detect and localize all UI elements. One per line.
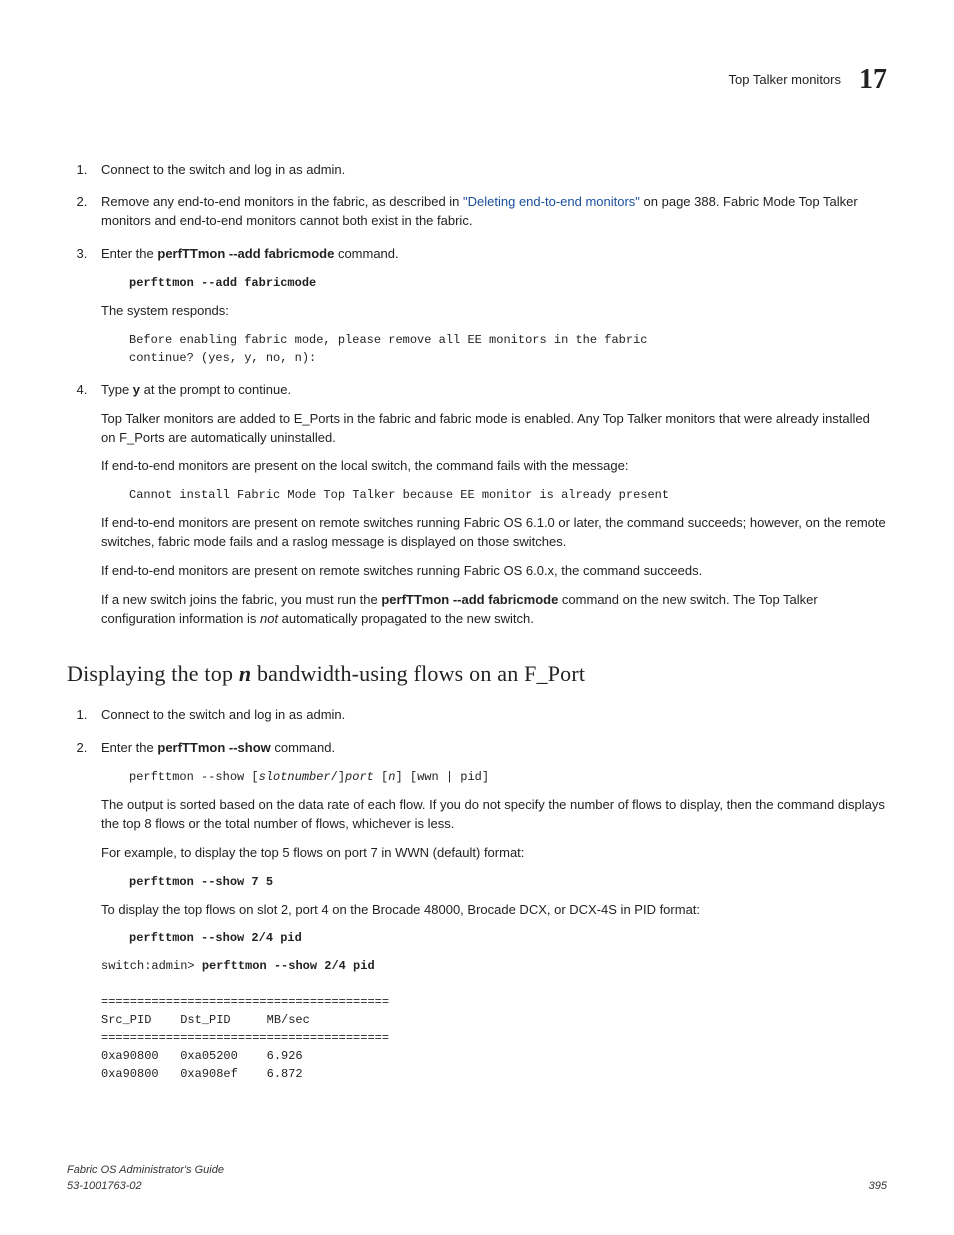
step-b2-post: command. xyxy=(271,740,335,755)
step-a4: Type y at the prompt to continue. Top Ta… xyxy=(91,381,887,629)
footer-page: 395 xyxy=(869,1179,887,1195)
step-b2-cmd: perfTTmon --show xyxy=(157,740,270,755)
step-a4-key: y xyxy=(133,382,140,397)
syntax-p4: ] [wwn | pid] xyxy=(395,770,489,784)
procedure-b: Connect to the switch and log in as admi… xyxy=(67,706,887,1083)
code-b2-ex1-text: perfttmon --show 7 5 xyxy=(129,875,273,889)
step-a4-p5-cmd: perfTTmon --add fabricmode xyxy=(381,592,558,607)
step-a4-p5: If a new switch joins the fabric, you mu… xyxy=(101,591,887,629)
step-a4-p5-post: automatically propagated to the new swit… xyxy=(278,611,534,626)
code-b2-ex2-text: perfttmon --show 2/4 pid xyxy=(129,931,302,945)
syntax-p1: perfttmon --show [ xyxy=(129,770,259,784)
step-a4-text: Type y at the prompt to continue. xyxy=(101,381,887,400)
step-b2-p2: For example, to display the top 5 flows … xyxy=(101,844,887,863)
syntax-p3: [ xyxy=(374,770,388,784)
code-a3-cmd: perfttmon --add fabricmode xyxy=(129,274,887,292)
code-b2-ex1: perfttmon --show 7 5 xyxy=(129,873,887,891)
step-b2: Enter the perfTTmon --show command. perf… xyxy=(91,739,887,1083)
footer-docnum: 53-1001763-02 xyxy=(67,1179,224,1195)
syntax-i1: slotnumber xyxy=(259,770,331,784)
step-a4-post: at the prompt to continue. xyxy=(140,382,291,397)
step-b1: Connect to the switch and log in as admi… xyxy=(91,706,887,725)
code-a4-err: Cannot install Fabric Mode Top Talker be… xyxy=(129,486,887,504)
code-b2-output: ========================================… xyxy=(101,995,389,1081)
step-a3-post: command. xyxy=(334,246,398,261)
procedure-a: Connect to the switch and log in as admi… xyxy=(67,161,887,629)
step-a2: Remove any end-to-end monitors in the fa… xyxy=(91,193,887,231)
page-footer: Fabric OS Administrator's Guide 53-10017… xyxy=(67,1163,887,1195)
header-title: Top Talker monitors xyxy=(729,71,841,90)
running-header: Top Talker monitors 17 xyxy=(67,60,887,101)
step-a3-resp-label: The system responds: xyxy=(101,302,887,321)
code-b2-prompt-cmd: perfttmon --show 2/4 pid xyxy=(202,959,375,973)
heading-b-post: bandwidth-using flows on an F_Port xyxy=(251,661,585,686)
step-a3-cmd: perfTTmon --add fabricmode xyxy=(157,246,334,261)
step-a4-p3: If end-to-end monitors are present on re… xyxy=(101,514,887,552)
step-a3: Enter the perfTTmon --add fabricmode com… xyxy=(91,245,887,367)
heading-b-n: n xyxy=(239,661,251,686)
step-b2-text: Enter the perfTTmon --show command. xyxy=(101,739,887,758)
syntax-i2: port xyxy=(345,770,374,784)
footer-left: Fabric OS Administrator's Guide 53-10017… xyxy=(67,1163,224,1195)
code-a3-resp: Before enabling fabric mode, please remo… xyxy=(129,331,887,367)
link-deleting-monitors[interactable]: "Deleting end-to-end monitors" xyxy=(463,194,640,209)
step-b2-p3: To display the top flows on slot 2, port… xyxy=(101,901,887,920)
step-a4-p5-pre: If a new switch joins the fabric, you mu… xyxy=(101,592,381,607)
step-a2-text: Remove any end-to-end monitors in the fa… xyxy=(101,193,887,231)
step-a1-text: Connect to the switch and log in as admi… xyxy=(101,161,887,180)
step-a1: Connect to the switch and log in as admi… xyxy=(91,161,887,180)
heading-b-pre: Displaying the top xyxy=(67,661,239,686)
step-a2-pre: Remove any end-to-end monitors in the fa… xyxy=(101,194,463,209)
step-a4-p1: Top Talker monitors are added to E_Ports… xyxy=(101,410,887,448)
code-b2-session: switch:admin> perfttmon --show 2/4 pid =… xyxy=(101,957,887,1083)
chapter-number: 17 xyxy=(859,60,887,101)
code-b2-syntax: perfttmon --show [slotnumber/]port [n] [… xyxy=(129,768,887,786)
syntax-p2: /] xyxy=(331,770,345,784)
code-b2-ex2: perfttmon --show 2/4 pid xyxy=(129,929,887,947)
code-a3-cmd-text: perfttmon --add fabricmode xyxy=(129,276,316,290)
step-a3-text: Enter the perfTTmon --add fabricmode com… xyxy=(101,245,887,264)
step-a4-p5-not: not xyxy=(260,611,278,626)
step-b1-text: Connect to the switch and log in as admi… xyxy=(101,706,887,725)
section-heading-b: Displaying the top n bandwidth-using flo… xyxy=(67,658,887,690)
code-b2-prompt: switch:admin> xyxy=(101,959,202,973)
step-a3-pre: Enter the xyxy=(101,246,157,261)
footer-book: Fabric OS Administrator's Guide xyxy=(67,1163,224,1179)
step-a4-pre: Type xyxy=(101,382,133,397)
step-b2-p1: The output is sorted based on the data r… xyxy=(101,796,887,834)
step-a4-p4: If end-to-end monitors are present on re… xyxy=(101,562,887,581)
step-b2-pre: Enter the xyxy=(101,740,157,755)
step-a4-p2: If end-to-end monitors are present on th… xyxy=(101,457,887,476)
